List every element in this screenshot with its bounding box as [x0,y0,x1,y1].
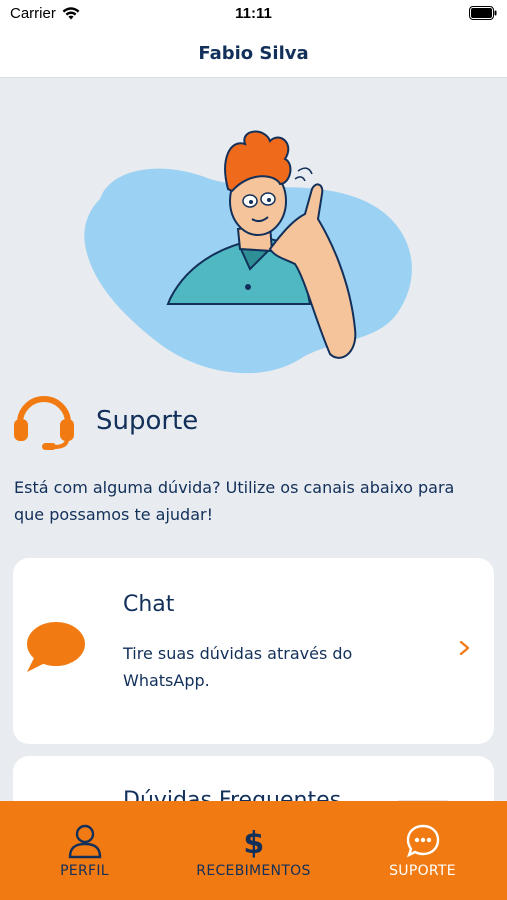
faq-card-title: Dúvidas Frequentes [123,788,342,801]
nav-title: Fabio Silva [198,43,309,64]
tab-perfil[interactable]: PERFIL [0,801,169,900]
dollar-icon: $ [243,826,264,859]
content-area[interactable]: Suporte Está com alguma dúvida? Utilize … [0,79,507,801]
chat-card-description: Tire suas dúvidas através do WhatsApp. [123,644,353,690]
nav-bar: Fabio Silva [0,30,507,78]
tab-suporte-label: SUPORTE [389,863,456,879]
support-title: Suporte [96,406,199,436]
support-header: Suporte [12,391,198,451]
chevron-right-icon[interactable] [458,638,472,658]
tab-perfil-label: PERFIL [60,863,109,879]
status-time: 11:11 [235,5,272,22]
support-illustration [84,130,412,374]
tab-recebimentos[interactable]: $ RECEBIMENTOS [169,801,338,900]
chat-card[interactable]: Chat Tire suas dúvidas através do WhatsA… [13,558,494,744]
headset-icon [14,396,74,450]
status-bar: Carrier 11:11 [0,0,507,30]
support-intro: Está com alguma dúvida? Utilize os canai… [14,478,455,524]
battery-icon [469,6,497,20]
svg-text:$: $ [243,826,264,859]
chat-card-title: Chat [123,592,175,617]
chat-bubble-icon [27,622,85,672]
tab-suporte[interactable]: SUPORTE [338,801,507,900]
tab-bar: PERFIL $ RECEBIMENTOS SUPORTE [0,801,507,900]
tab-recebimentos-label: RECEBIMENTOS [196,863,311,879]
person-icon [68,824,101,859]
faq-card[interactable]: Dúvidas Frequentes [13,756,494,801]
chat-bubble-icon [406,824,439,858]
